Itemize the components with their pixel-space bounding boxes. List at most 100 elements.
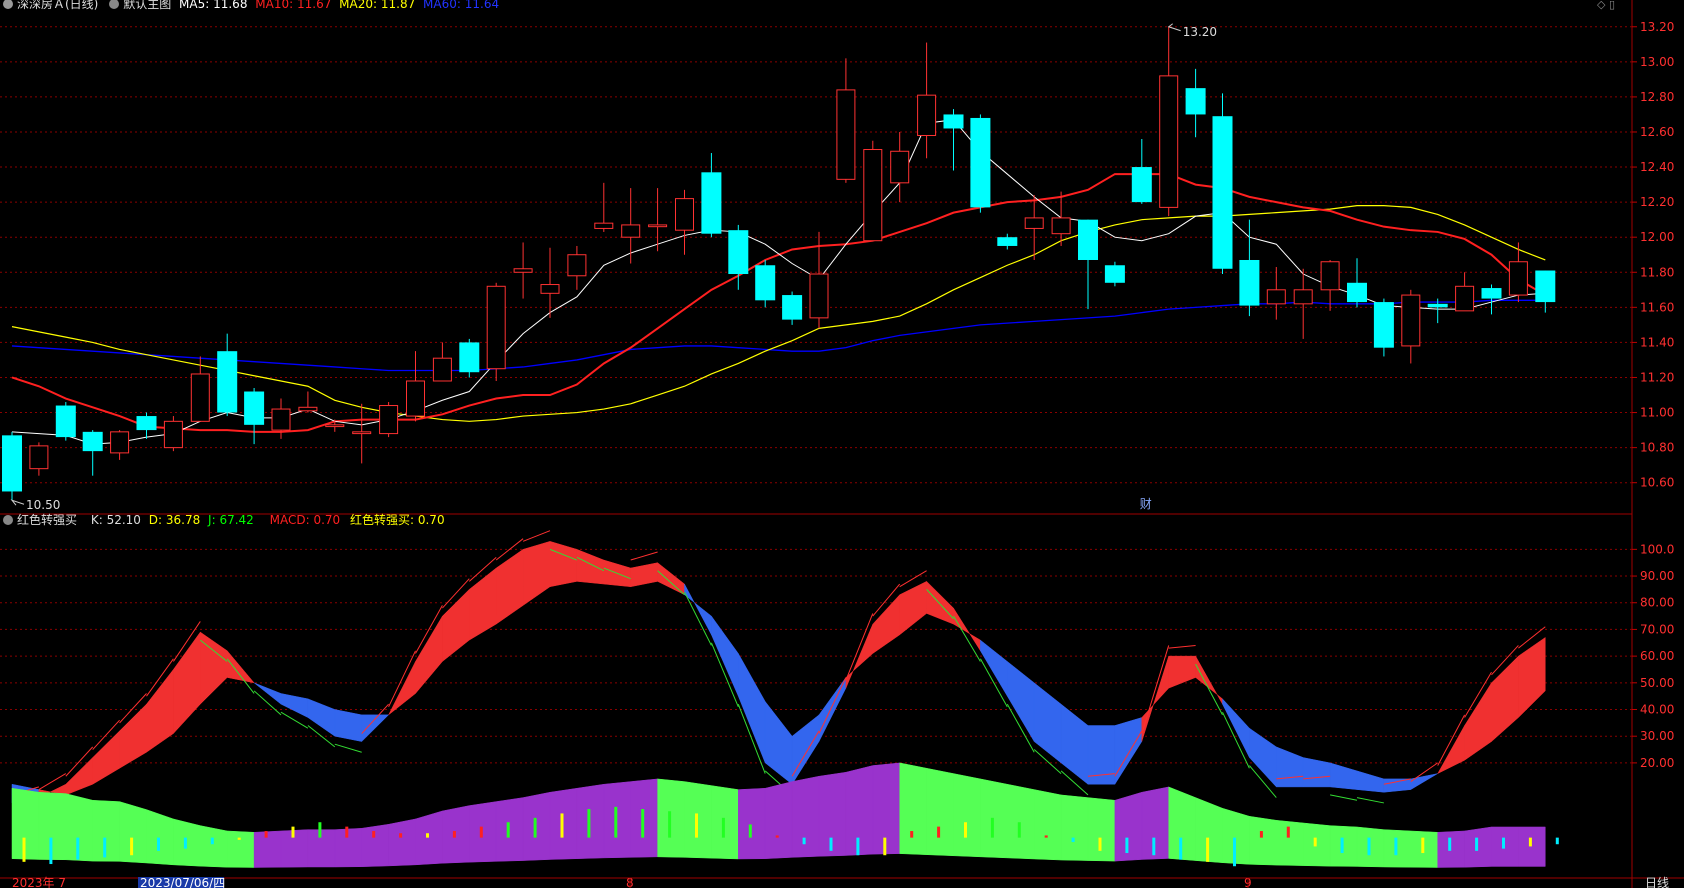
ribbon-segment xyxy=(1033,789,1062,861)
indicator-band-segment xyxy=(1491,655,1519,743)
candle[interactable] xyxy=(298,391,318,413)
candle[interactable] xyxy=(755,259,776,308)
candle[interactable] xyxy=(29,442,49,476)
main-chart-label[interactable]: 默认主图 xyxy=(123,0,171,11)
candle[interactable] xyxy=(1212,93,1233,275)
candle[interactable] xyxy=(217,333,238,417)
candle-body xyxy=(970,117,991,208)
indicator-band-segment xyxy=(1060,703,1089,785)
candle[interactable] xyxy=(1051,191,1071,246)
candle[interactable] xyxy=(244,388,265,445)
candle[interactable] xyxy=(863,140,883,242)
j-value: J: 67.42 xyxy=(208,513,254,527)
indicator-band-segment xyxy=(253,682,282,705)
candle[interactable] xyxy=(406,351,425,422)
indicator-settings-icon[interactable] xyxy=(3,515,13,525)
candle[interactable] xyxy=(82,430,103,476)
macd-value: MACD: 0.70 xyxy=(269,513,341,527)
candle[interactable] xyxy=(917,42,937,159)
candle[interactable] xyxy=(997,233,1018,250)
candle[interactable] xyxy=(1401,289,1421,364)
candle[interactable] xyxy=(459,338,480,378)
candle-body xyxy=(890,150,910,184)
candle[interactable] xyxy=(55,402,76,441)
indicator-band-segment xyxy=(1168,655,1196,689)
candle[interactable] xyxy=(1078,219,1098,310)
candle-body xyxy=(648,224,668,228)
candle[interactable] xyxy=(594,182,614,232)
indicator-toggle-icon[interactable] xyxy=(3,0,13,9)
candle[interactable] xyxy=(1481,284,1502,315)
chart-settings-icon[interactable] xyxy=(109,0,120,9)
candle[interactable] xyxy=(1535,270,1556,313)
kdj-line-segment xyxy=(1330,794,1358,801)
candle[interactable] xyxy=(2,431,22,501)
indicator-name[interactable]: 红色转强买 xyxy=(17,513,77,527)
candle-body xyxy=(513,268,533,273)
candle[interactable] xyxy=(486,282,506,381)
candle[interactable] xyxy=(1024,195,1044,260)
candle[interactable] xyxy=(379,402,399,438)
indicator-band-segment xyxy=(630,562,658,588)
candle-body xyxy=(271,408,291,431)
candle[interactable] xyxy=(782,291,803,325)
indicator-band-segment xyxy=(442,588,470,662)
candle[interactable] xyxy=(136,412,157,439)
window-icon[interactable]: ▯ xyxy=(1609,0,1615,11)
low-price-label: 10.50 xyxy=(26,498,60,512)
candle[interactable] xyxy=(1266,267,1286,320)
indicator-band-segment xyxy=(872,594,900,654)
kdj-line-segment xyxy=(1195,663,1223,716)
indicator-band-segment xyxy=(1141,656,1169,742)
kdj-line-segment xyxy=(1168,644,1196,649)
low-pointer-arrow xyxy=(10,499,25,506)
candle[interactable] xyxy=(1293,268,1313,339)
candle-body xyxy=(997,237,1018,246)
diamond-icon[interactable]: ◇ xyxy=(1597,0,1605,11)
candle[interactable] xyxy=(567,245,587,290)
candle-body xyxy=(567,254,587,277)
indicator-band-segment xyxy=(1329,762,1358,790)
ma5-value: MA5: 11.68 xyxy=(179,0,248,11)
indicator-band-segment xyxy=(684,583,712,635)
indicator-band-segment xyxy=(657,562,685,596)
candle-body xyxy=(110,431,130,454)
indicator-band-segment xyxy=(1114,717,1143,786)
indicator-band-segment xyxy=(119,703,147,769)
stock-title[interactable]: 深深房Ａ(日线) xyxy=(17,0,98,11)
candle[interactable] xyxy=(836,58,856,183)
candle[interactable] xyxy=(675,189,694,255)
candle[interactable] xyxy=(1347,258,1367,308)
candle[interactable] xyxy=(970,114,991,213)
indicator-tick-label: 90.00 xyxy=(1640,569,1674,583)
price-tick-label: 12.00 xyxy=(1640,230,1674,244)
candle[interactable] xyxy=(943,109,964,171)
stock-chart-canvas[interactable]: 10.60 10.80 11.00 11.20 11.40 11.60 11.80 12.00… xyxy=(0,0,1684,888)
candle[interactable] xyxy=(890,131,910,203)
candle-body xyxy=(406,380,425,417)
candle[interactable] xyxy=(163,416,183,452)
candle[interactable] xyxy=(432,342,452,382)
price-tick-label: 10.60 xyxy=(1640,476,1674,490)
candle[interactable] xyxy=(1104,261,1125,287)
ribbon-segment xyxy=(388,818,416,867)
candle[interactable] xyxy=(1131,138,1152,204)
candle[interactable] xyxy=(701,153,722,238)
candle-body xyxy=(621,224,641,238)
ribbon-segment xyxy=(1518,826,1546,867)
date-start-label: 2023年 7 xyxy=(12,876,66,888)
candle-body xyxy=(325,424,345,428)
candle[interactable] xyxy=(110,430,130,460)
candle[interactable] xyxy=(513,242,533,299)
candle-body xyxy=(943,114,964,129)
candle[interactable] xyxy=(621,188,641,264)
indicator-band-segment xyxy=(1249,727,1277,788)
ribbon-segment xyxy=(953,773,981,858)
candle[interactable] xyxy=(1159,26,1179,217)
candle[interactable] xyxy=(1455,272,1475,312)
candle-body xyxy=(352,431,372,435)
candle[interactable] xyxy=(1185,68,1206,138)
candle[interactable] xyxy=(1239,219,1260,317)
indicator-band-segment xyxy=(845,623,874,689)
candle[interactable] xyxy=(1373,298,1394,357)
